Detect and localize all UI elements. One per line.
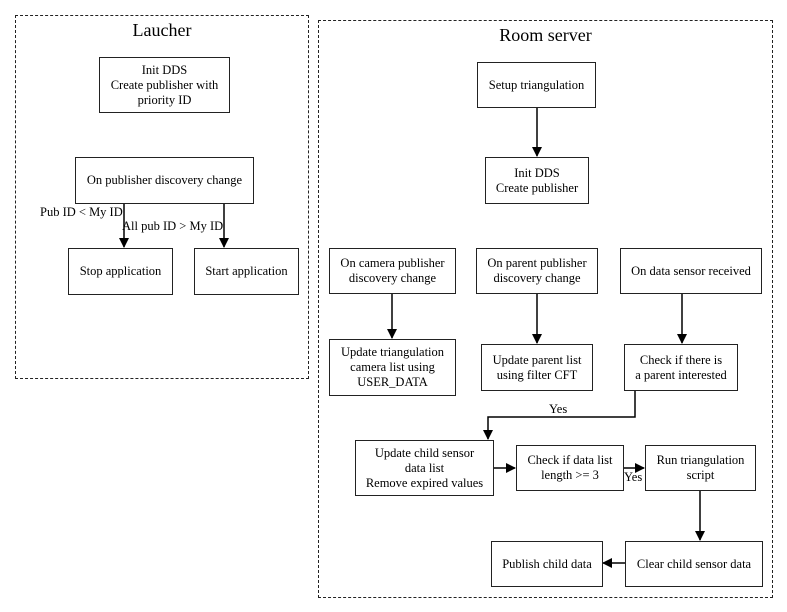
edge-label-length-yes: Yes (624, 470, 643, 484)
publish-child-node: Publish child data (491, 541, 603, 587)
check-length-node: Check if data list length >= 3 (516, 445, 624, 491)
clear-child-node: Clear child sensor data (625, 541, 763, 587)
room-init-dds-node: Init DDS Create publisher (485, 157, 589, 204)
edge-label-pub-id-less: Pub ID < My ID (40, 205, 123, 219)
start-application-node: Start application (194, 248, 299, 295)
launcher-init-dds-node: Init DDS Create publisher with priority … (99, 57, 230, 113)
setup-triangulation-node: Setup triangulation (477, 62, 596, 108)
update-parent-node: Update parent list using filter CFT (481, 344, 593, 391)
edge-label-parent-yes: Yes (549, 402, 568, 416)
run-triangulation-node: Run triangulation script (645, 445, 756, 491)
data-sensor-node: On data sensor received (620, 248, 762, 294)
camera-discovery-node: On camera publisher discovery change (329, 248, 456, 294)
edge-label-all-pub-id-greater: All pub ID > My ID (122, 219, 224, 233)
stop-application-node: Stop application (68, 248, 173, 295)
update-triangulation-node: Update triangulation camera list using U… (329, 339, 456, 396)
check-parent-node: Check if there is a parent interested (624, 344, 738, 391)
launcher-discovery-node: On publisher discovery change (75, 157, 254, 204)
parent-discovery-node: On parent publisher discovery change (476, 248, 598, 294)
update-child-node: Update child sensor data list Remove exp… (355, 440, 494, 496)
